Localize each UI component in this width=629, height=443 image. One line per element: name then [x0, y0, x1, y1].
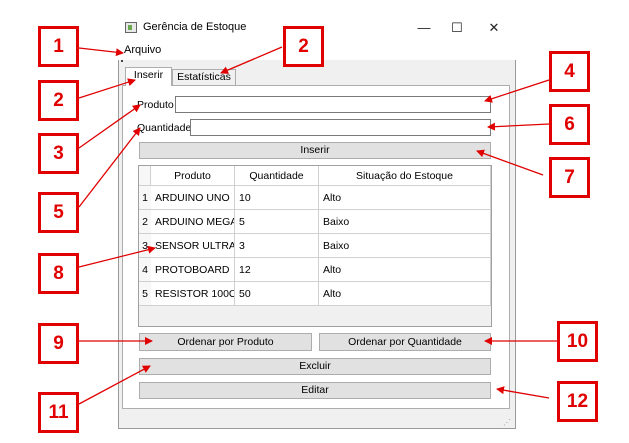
annotation-arrow-6 — [487, 122, 550, 131]
annotation-badge-2-left: 2 — [38, 80, 79, 121]
annotation-arrow-12 — [496, 386, 550, 399]
annotation-arrow-3 — [78, 104, 141, 149]
annotation-badge-11: 11 — [38, 392, 79, 433]
annotation-arrow-5 — [78, 127, 141, 208]
annotation-badge-1: 1 — [38, 26, 79, 67]
annotation-badge-8: 8 — [38, 253, 79, 294]
annotation-badge-3: 3 — [38, 133, 79, 174]
annotation-arrow-11 — [78, 365, 151, 405]
annotation-badge-12: 12 — [557, 381, 598, 422]
annotation-arrow-7 — [476, 149, 544, 176]
annotation-badge-6: 6 — [549, 104, 590, 145]
annotation-arrow-4 — [484, 79, 550, 103]
annotation-badge-2-top: 2 — [283, 26, 324, 67]
annotation-arrow-8 — [78, 245, 156, 268]
annotation-badge-10: 10 — [557, 321, 598, 362]
annotation-arrow-2-left — [78, 78, 136, 99]
annotation-badge-7: 7 — [549, 157, 590, 198]
annotation-badge-5: 5 — [38, 192, 79, 233]
annotation-arrow-2-top — [220, 46, 283, 74]
annotation-arrow-1 — [78, 47, 124, 57]
annotation-badge-9: 9 — [38, 323, 79, 364]
annotation-badge-4: 4 — [549, 51, 590, 92]
